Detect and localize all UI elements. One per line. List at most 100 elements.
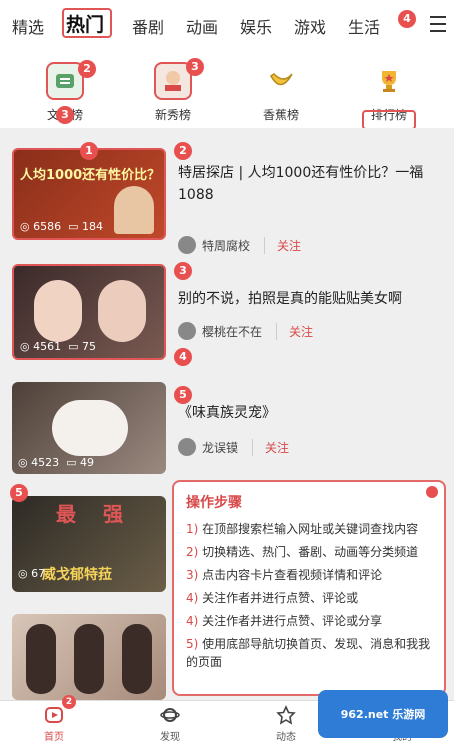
category-row: 文学榜 新秀榜 香蕉榜 排行榜 2 3 3 — [0, 52, 454, 130]
person-figure — [98, 280, 146, 342]
step-badge: 2 — [78, 60, 96, 78]
step-badge — [426, 486, 438, 498]
step-badge: 2 — [174, 142, 192, 160]
site-watermark: 962.net 乐游网 — [318, 690, 448, 738]
step-item: 2) 切换精选、热门、番剧、动画等分类频道 — [186, 543, 432, 561]
step-badge: 3 — [174, 262, 192, 280]
planet-icon — [160, 708, 180, 722]
step-badge: 1 — [80, 142, 98, 160]
step-badge: 5 — [10, 484, 28, 502]
top-tab-bar: 精选 热门 番剧 动画 娱乐 游戏 生活 4 — [0, 0, 454, 52]
video-thumbnail[interactable]: 最 强 威戈郁特菈 ◎ 67 — [12, 496, 166, 592]
follow-button[interactable]: 关注 — [252, 438, 289, 456]
tab-jingxuan[interactable]: 精选 — [12, 14, 44, 38]
tab-yule[interactable]: 娱乐 — [240, 14, 272, 38]
comment-count: 75 — [82, 340, 96, 353]
panel-title: 操作步骤 — [186, 495, 242, 511]
nav-discover[interactable]: 发现 — [140, 705, 200, 742]
step-item: 4) 关注作者并进行点赞、评论或 — [186, 589, 432, 607]
step-badge: 2 — [62, 695, 76, 709]
author-name[interactable]: 特周腐校 — [202, 237, 250, 254]
step-number: 4) — [186, 591, 199, 605]
video-thumbnail[interactable]: ◎ 4523 ▭ 49 — [12, 382, 166, 474]
view-count: 4561 — [33, 340, 62, 353]
author-row: 特周腐校 关注 — [178, 236, 301, 254]
video-thumbnail[interactable]: 人均1000还有性价比？ ◎ 6586 ▭ 184 — [12, 148, 166, 240]
follow-button[interactable]: 关注 — [276, 322, 313, 340]
comment-count: 49 — [80, 456, 94, 469]
step-badge: 4 — [398, 10, 416, 28]
cat-figure — [52, 400, 128, 456]
category-paihang[interactable]: 排行榜 — [344, 62, 434, 130]
step-item: 3) 点击内容卡片查看视频详情和评论 — [186, 566, 432, 584]
thumbnail-caption: 人均1000还有性价比？ — [20, 168, 161, 183]
step-item: 5) 使用底部导航切换首页、发现、消息和我我的页面 — [186, 635, 432, 671]
tab-youxi[interactable]: 游戏 — [294, 14, 326, 38]
person-figure — [34, 280, 82, 342]
nav-label: 发现 — [160, 732, 180, 742]
video-title[interactable]: 特居探店 | 人均1000还有性价比？一福1088 — [178, 162, 428, 206]
video-card[interactable]: ◎ 4561 ▭ 75 别的不说，拍照是真的能贴贴美女啊 樱桃在不在 关注 3 … — [0, 262, 454, 374]
step-badge: 5 — [174, 386, 192, 404]
person-figure — [26, 624, 56, 694]
step-text: 点击内容卡片查看视频详情和评论 — [202, 568, 383, 582]
banana-icon — [262, 62, 300, 100]
view-count: 67 — [31, 567, 46, 580]
step-text: 切换精选、热门、番剧、动画等分类频道 — [202, 545, 419, 559]
video-card[interactable]: 人均1000还有性价比？ ◎ 6586 ▭ 184 特居探店 | 人均1000还… — [0, 142, 454, 258]
trophy-icon — [370, 62, 408, 100]
video-thumbnail[interactable]: ◎ 4561 ▭ 75 — [12, 264, 166, 360]
tab-highlight — [62, 8, 112, 38]
step-number: 2) — [186, 545, 199, 559]
nav-feed[interactable]: 动态 — [256, 705, 316, 742]
avatar[interactable] — [178, 322, 196, 340]
video-title[interactable]: 别的不说，拍照是真的能贴贴美女啊 — [178, 288, 428, 310]
category-label: 新秀榜 — [154, 108, 191, 122]
video-card[interactable]: ◎ 4523 ▭ 49 《味真族灵宠》 龙误镆 关注 5 — [0, 382, 454, 492]
follow-button[interactable]: 关注 — [264, 236, 301, 254]
person-figure — [122, 624, 152, 694]
author-name[interactable]: 龙误镆 — [202, 439, 238, 456]
view-count: 4523 — [31, 456, 60, 469]
nav-home[interactable]: 首页 — [24, 705, 84, 742]
video-stats: ◎ 67 — [18, 567, 46, 580]
step-number: 3) — [186, 568, 199, 582]
star-icon — [276, 705, 296, 725]
video-thumbnail[interactable] — [12, 614, 166, 700]
step-item: 1) 在顶部搜索栏输入网址或关键词查找内容 — [186, 520, 432, 538]
category-xiangjiao[interactable]: 香蕉榜 — [236, 62, 326, 123]
step-text: 关注作者并进行点赞、评论或分享 — [202, 614, 383, 628]
step-text: 使用底部导航切换首页、发现、消息和我我的页面 — [186, 637, 431, 669]
step-badge: 4 — [174, 348, 192, 366]
step-item: 4) 关注作者并进行点赞、评论或分享 — [186, 612, 432, 630]
author-row: 樱桃在不在 关注 — [178, 322, 313, 340]
step-number: 4) — [186, 614, 199, 628]
video-stats: ◎ 4523 ▭ 49 — [18, 456, 94, 469]
tab-fanju[interactable]: 番剧 — [132, 14, 164, 38]
step-badge: 3 — [56, 106, 74, 124]
nav-label: 动态 — [276, 732, 296, 742]
category-highlight — [362, 110, 416, 130]
author-name[interactable]: 樱桃在不在 — [202, 323, 262, 340]
video-stats: ◎ 4561 ▭ 75 — [20, 340, 96, 353]
category-label: 香蕉榜 — [262, 108, 299, 122]
thumbnail-subtitle: 威戈郁特菈 — [42, 567, 112, 583]
avatar[interactable] — [178, 236, 196, 254]
avatar[interactable] — [178, 438, 196, 456]
step-text: 关注作者并进行点赞、评论或 — [202, 591, 359, 605]
tab-shenghuo[interactable]: 生活 — [348, 14, 380, 38]
step-number: 1) — [186, 522, 199, 536]
step-badge: 3 — [186, 58, 204, 76]
video-title[interactable]: 《味真族灵宠》 — [178, 402, 428, 424]
person-figure — [74, 624, 104, 694]
tab-donghua[interactable]: 动画 — [186, 14, 218, 38]
menu-icon[interactable] — [430, 16, 446, 32]
comment-count: 184 — [82, 220, 103, 233]
category-xinxiu[interactable]: 新秀榜 — [128, 62, 218, 123]
thumbnail-caption: 最 强 — [56, 502, 133, 526]
step-text: 在顶部搜索栏输入网址或关键词查找内容 — [202, 522, 419, 536]
instructions-panel: 操作步骤 1) 在顶部搜索栏输入网址或关键词查找内容 2) 切换精选、热门、番剧… — [172, 480, 446, 696]
nav-label: 首页 — [44, 732, 64, 742]
home-icon — [45, 707, 63, 723]
person-figure — [114, 186, 154, 234]
